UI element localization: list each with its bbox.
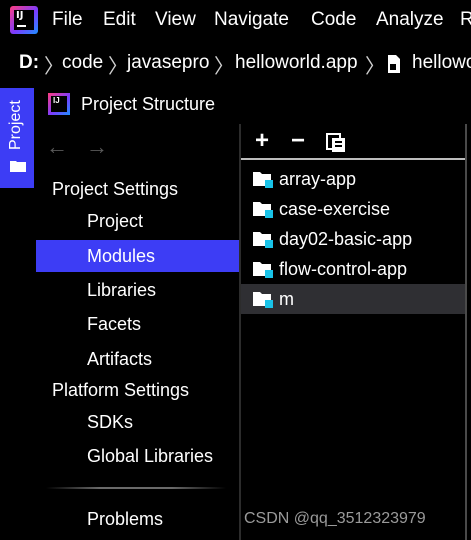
module-folder-icon (253, 292, 273, 308)
menu-edit[interactable]: Edit (103, 9, 136, 31)
menu-analyze[interactable]: Analyze (376, 9, 444, 31)
panel-right-edge (465, 124, 471, 540)
module-name: day02-basic-app (279, 229, 413, 249)
sidebar-divider (46, 487, 226, 489)
menu-code[interactable]: Code (311, 9, 356, 31)
module-row-flow-control-app[interactable]: flow-control-app (241, 254, 469, 284)
module-file-icon (388, 55, 400, 73)
menu-navigate[interactable]: Navigate (214, 9, 289, 31)
section-header-platform-settings: Platform Settings (52, 380, 190, 400)
modules-toolbar: + − (241, 124, 471, 160)
section-header-project-settings: Project Settings (52, 179, 179, 199)
menu-refactor[interactable]: R (460, 9, 471, 31)
module-folder-icon (253, 232, 273, 248)
module-row-array-app[interactable]: array-app (241, 164, 469, 194)
module-row-case-exercise[interactable]: case-exercise (241, 194, 469, 224)
module-folder-icon (253, 202, 273, 218)
breadcrumb-hellowo[interactable]: hellowo (412, 52, 471, 74)
intellij-logo-icon: IJ (48, 93, 70, 115)
watermark: CSDN @qq_3512323979 (244, 510, 426, 527)
sidebar-item-facets[interactable]: Facets (36, 308, 239, 340)
menu-bar: IJ File Edit View Navigate Code Analyze … (0, 0, 471, 42)
folder-icon (10, 161, 26, 172)
chevron-right-icon: 〉 (214, 56, 234, 78)
remove-module-button[interactable]: − (285, 128, 311, 154)
dialog-title-bar: IJ Project Structure (36, 86, 471, 124)
chevron-right-icon: 〉 (365, 56, 385, 78)
sidebar-item-modules[interactable]: Modules (36, 240, 239, 272)
modules-panel: + − array-app case-exercise day02-basic-… (239, 124, 471, 540)
module-row-m[interactable]: m (241, 284, 469, 314)
breadcrumb: D: 〉 code 〉 javasepro 〉 helloworld.app 〉… (0, 42, 471, 84)
menu-view[interactable]: View (155, 9, 196, 31)
chevron-right-icon: 〉 (44, 56, 64, 78)
breadcrumb-javasepro[interactable]: javasepro (127, 52, 209, 74)
module-folder-icon (253, 172, 273, 188)
sidebar-item-libraries[interactable]: Libraries (36, 274, 239, 306)
module-name: case-exercise (279, 199, 391, 219)
copy-icon[interactable] (325, 132, 347, 154)
sidebar-item-sdks[interactable]: SDKs (36, 406, 239, 438)
settings-sidebar: ← → Project Settings Project Modules Lib… (36, 124, 239, 540)
sidebar-item-artifacts[interactable]: Artifacts (36, 343, 239, 375)
add-module-button[interactable]: + (249, 128, 275, 154)
module-name: flow-control-app (279, 259, 408, 279)
module-name: m (279, 289, 294, 309)
arrow-left-icon[interactable]: ← (46, 134, 68, 160)
module-name: array-app (279, 169, 357, 189)
module-folder-icon (253, 262, 273, 278)
sidebar-item-project[interactable]: Project (36, 205, 239, 237)
menu-file[interactable]: File (52, 9, 83, 31)
intellij-logo-icon: IJ (10, 6, 38, 34)
breadcrumb-code[interactable]: code (62, 52, 103, 74)
dialog-title: Project Structure (81, 94, 216, 114)
sidebar-item-global-libraries[interactable]: Global Libraries (36, 440, 239, 472)
module-row-day02-basic-app[interactable]: day02-basic-app (241, 224, 469, 254)
breadcrumb-helloworld-app[interactable]: helloworld.app (235, 52, 358, 74)
chevron-right-icon: 〉 (108, 56, 128, 78)
sidebar-item-problems[interactable]: Problems (36, 503, 239, 535)
arrow-right-icon[interactable]: → (86, 134, 108, 160)
project-tab-label: Project (7, 100, 24, 150)
breadcrumb-drive[interactable]: D: (19, 52, 39, 74)
